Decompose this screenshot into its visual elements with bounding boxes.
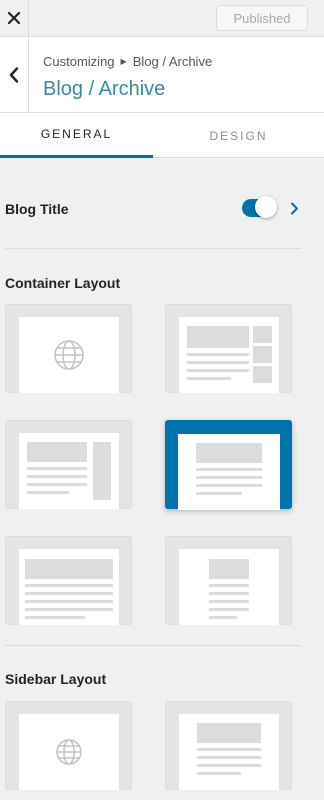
layout-preview [179,714,279,790]
blog-title-row: Blog Title [5,196,315,222]
breadcrumb: Customizing ▶ Blog / Archive [43,54,212,69]
layout-boxed-icon [187,326,272,383]
close-button[interactable] [0,0,29,36]
blog-title-toggle[interactable] [242,196,277,218]
container-layout-option-boxed[interactable] [165,304,292,393]
layout-no-sidebar-icon [197,723,261,775]
divider [5,248,301,249]
chevron-left-icon [9,66,19,83]
sidebar-layout-option-default[interactable] [5,701,132,790]
tab-design[interactable]: DESIGN [153,113,324,158]
page-title: Blog / Archive [43,78,166,100]
chevron-right-icon[interactable] [290,202,299,215]
layout-preview [179,549,279,625]
customizer-topbar: Published [0,0,324,37]
tab-bar: GENERAL DESIGN [0,113,324,158]
layout-narrow-icon [209,559,249,619]
layout-preview [19,714,119,790]
section-header: Customizing ▶ Blog / Archive Blog / Arch… [0,37,324,113]
back-button[interactable] [0,37,29,112]
toggle-knob [255,196,277,218]
layout-full-width-stretched-icon [25,559,113,619]
container-layout-option-full-width-stretched[interactable] [5,536,132,625]
globe-icon [54,340,84,370]
layout-content-boxed-icon [27,442,111,500]
container-layout-label: Container Layout [5,275,121,291]
container-layout-option-full-width-contained[interactable] [165,420,292,510]
sidebar-layout-label: Sidebar Layout [5,671,107,687]
triangle-right-icon: ▶ [120,57,127,66]
blog-title-label: Blog Title [5,201,69,217]
layout-preview [19,317,119,393]
published-button[interactable]: Published [216,5,308,31]
globe-icon [56,739,82,765]
breadcrumb-current: Blog / Archive [132,54,213,69]
layout-preview [178,434,280,510]
layout-preview [19,549,119,625]
container-layout-option-narrow-width[interactable] [165,536,292,625]
container-layout-option-content-boxed[interactable] [5,420,132,509]
divider [5,645,301,646]
layout-preview [179,317,279,393]
breadcrumb-root: Customizing [43,54,115,69]
tab-general[interactable]: GENERAL [0,113,153,158]
container-layout-option-default[interactable] [5,304,132,393]
layout-preview [19,433,119,509]
layout-full-width-contained-icon [196,443,262,495]
sidebar-layout-option-no-sidebar[interactable] [165,701,292,790]
close-icon [8,12,20,24]
